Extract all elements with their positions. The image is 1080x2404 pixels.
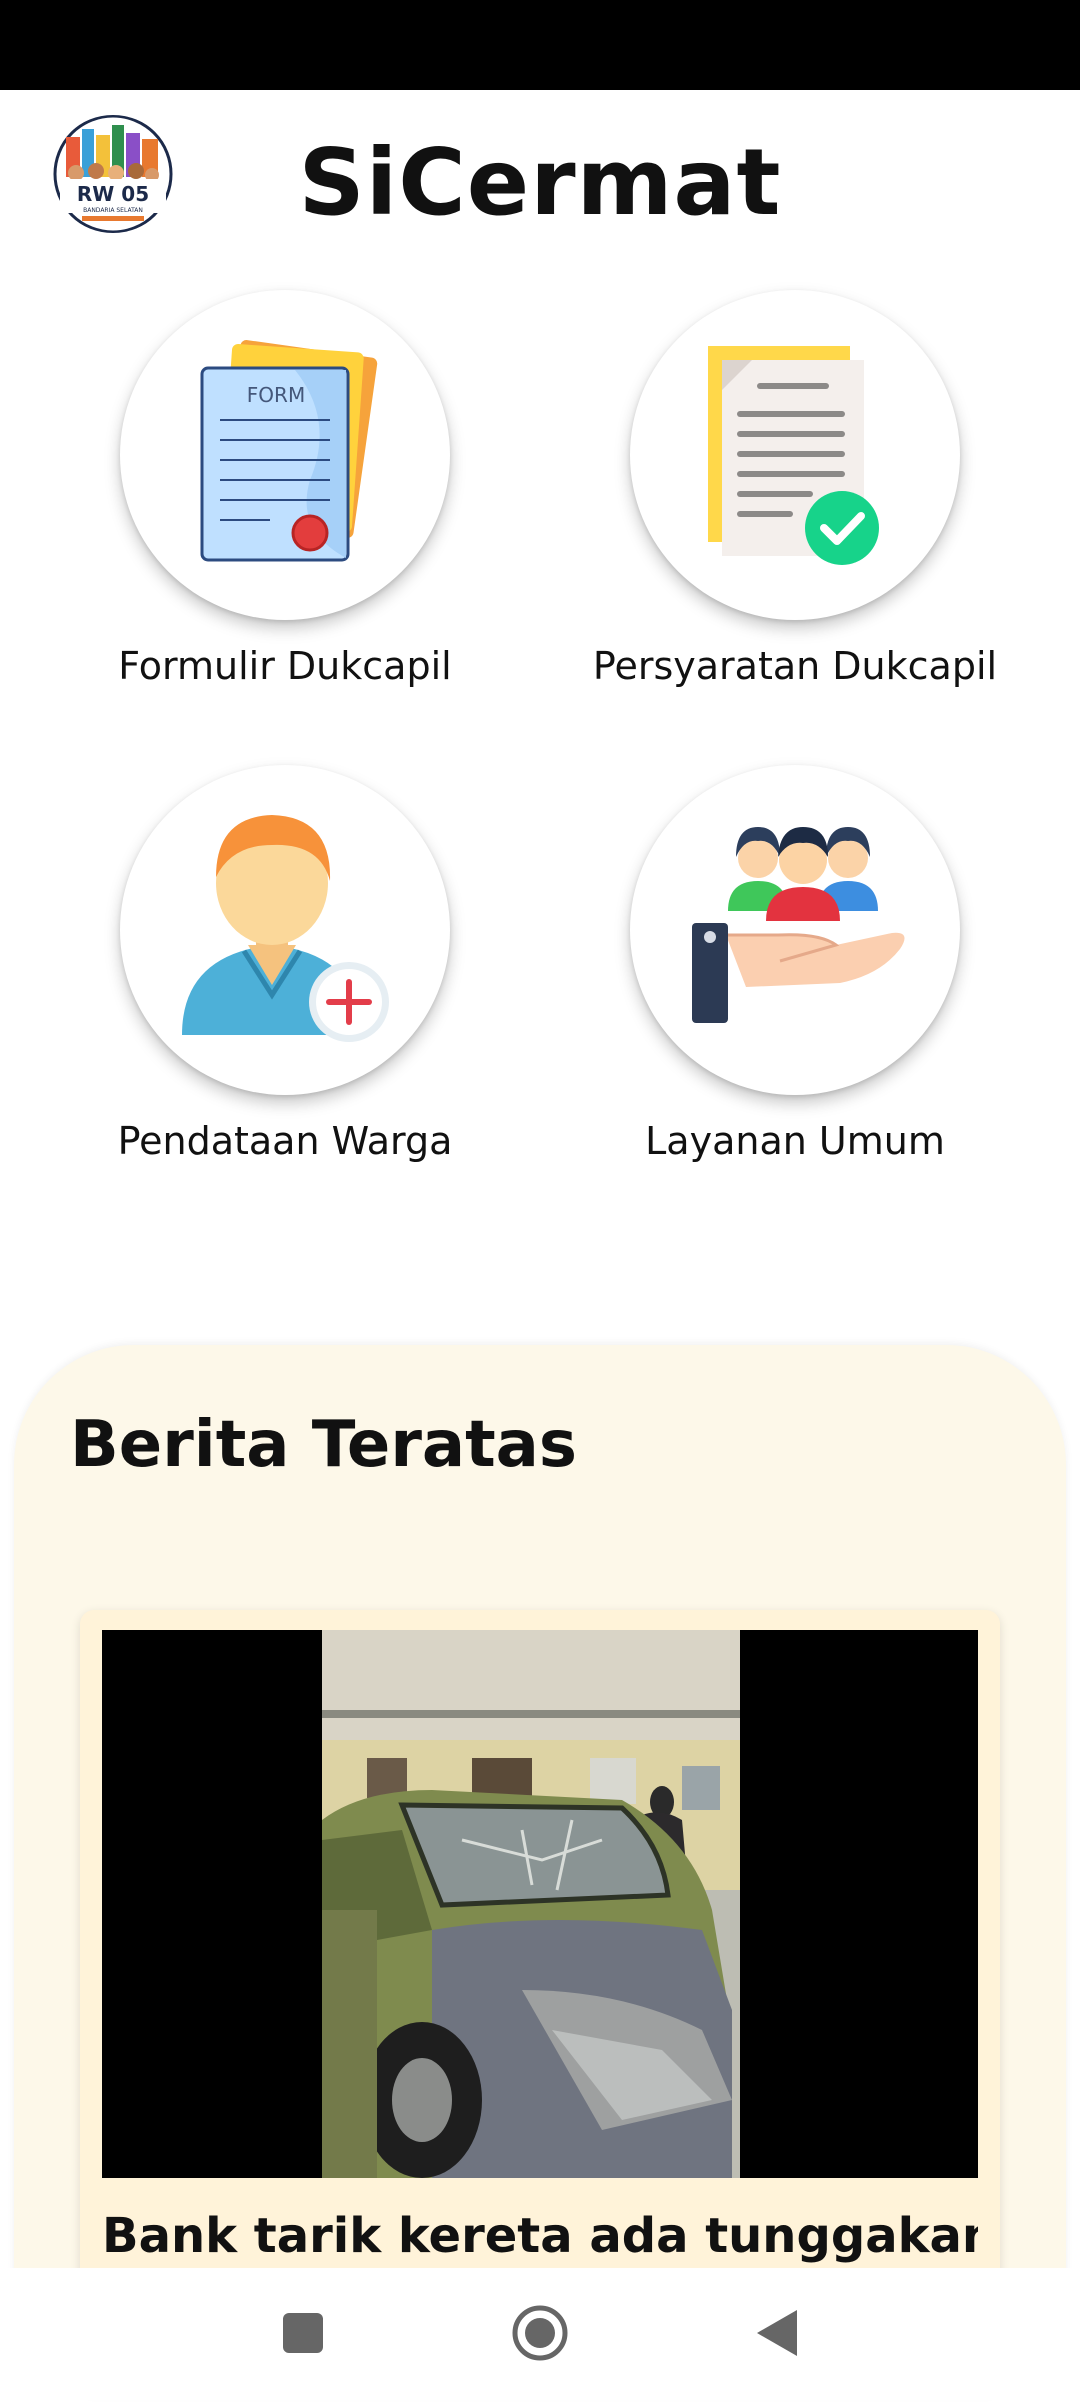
recents-square-icon — [283, 2313, 323, 2353]
recents-button[interactable] — [243, 2268, 363, 2400]
form-document-icon: FORM — [200, 340, 378, 562]
menu-icon-circle — [120, 765, 450, 1095]
menu-label: Pendataan Warga — [117, 1119, 453, 1163]
app-title: SiCermat — [298, 129, 782, 236]
menu-formulir-dukcapil[interactable]: FORM Formulir Dukcapil — [30, 290, 540, 730]
menu-icon-circle — [630, 290, 960, 620]
news-section-title: Berita Teratas — [70, 1408, 577, 1482]
article-headline[interactable]: Bank tarik kereta ada tunggakan — [102, 2205, 978, 2267]
back-button[interactable] — [717, 2268, 837, 2400]
add-citizen-icon — [182, 815, 389, 1042]
menu-persyaratan-dukcapil[interactable]: Persyaratan Dukcapil — [540, 290, 1050, 730]
public-service-icon — [692, 827, 905, 1023]
menu-label: Persyaratan Dukcapil — [592, 644, 998, 688]
status-bar — [0, 0, 1080, 90]
home-circle-icon — [512, 2305, 568, 2361]
menu-icon-circle: FORM — [120, 290, 450, 620]
form-label: FORM — [247, 383, 305, 407]
requirements-checklist-icon — [708, 346, 879, 565]
menu-layanan-umum[interactable]: Layanan Umum — [540, 765, 1050, 1205]
article-video[interactable] — [102, 1630, 978, 2178]
navigation-bar — [0, 2268, 1080, 2400]
video-thumbnail — [102, 1630, 978, 2178]
menu-pendataan-warga[interactable]: Pendataan Warga — [30, 765, 540, 1205]
menu-label: Formulir Dukcapil — [118, 644, 452, 688]
menu-label: Layanan Umum — [645, 1119, 945, 1163]
menu-icon-circle — [630, 765, 960, 1095]
home-button[interactable] — [480, 2268, 600, 2400]
back-triangle-icon — [757, 2310, 797, 2356]
